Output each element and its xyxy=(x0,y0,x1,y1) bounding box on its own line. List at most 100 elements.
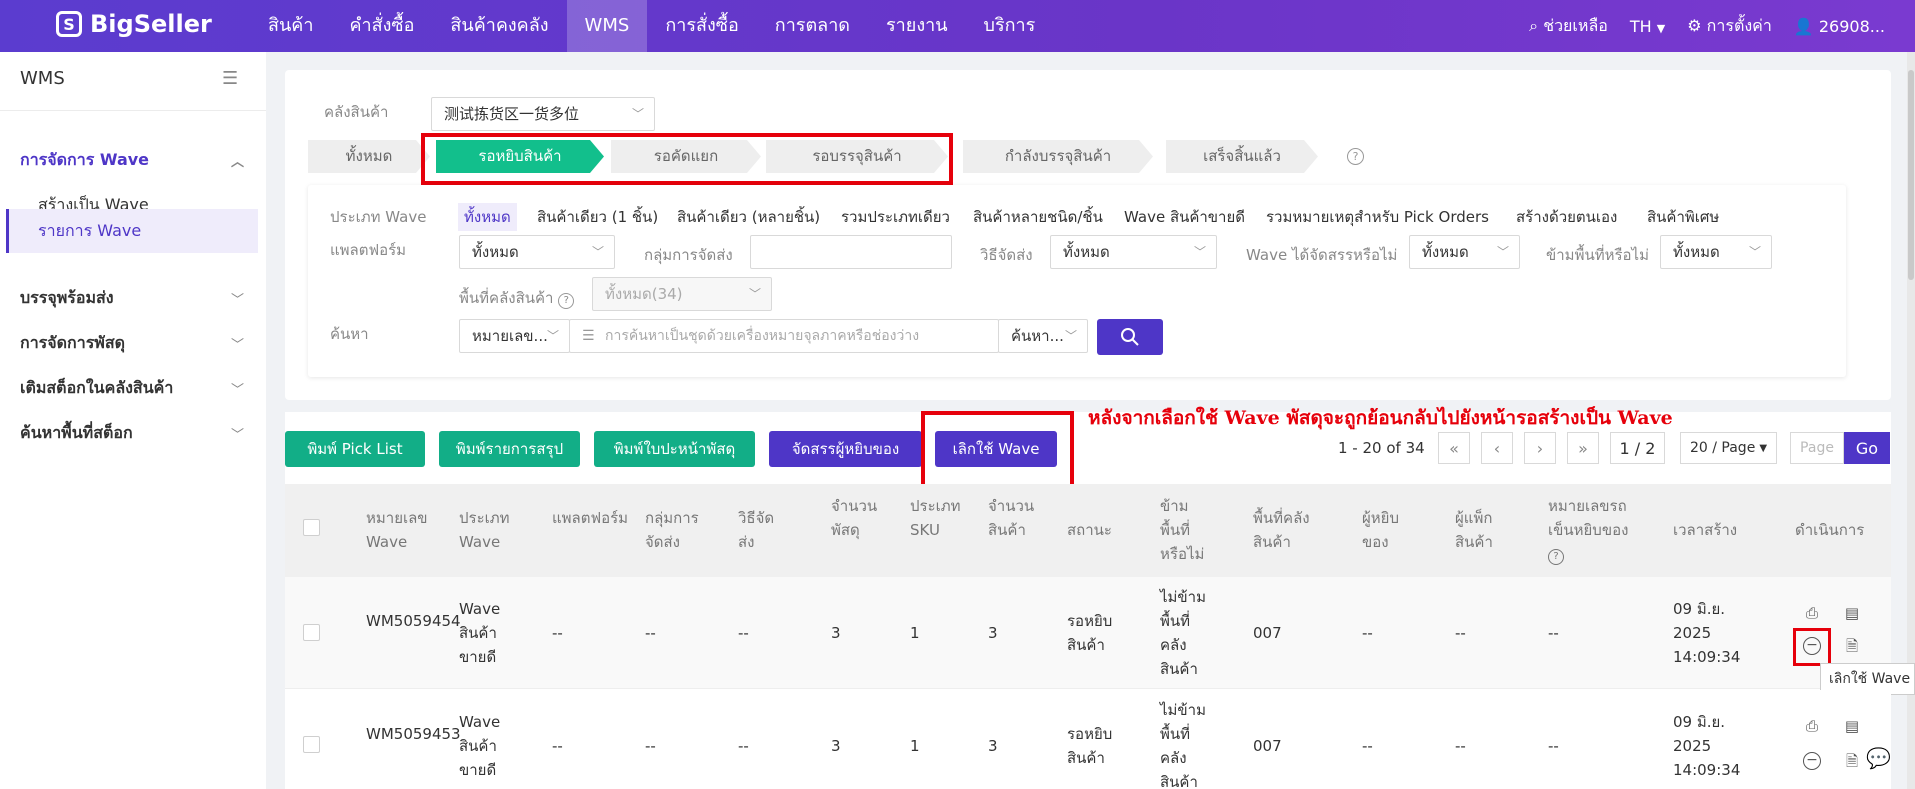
assign-picker-button[interactable]: จัดสรรผู้หยิบของ xyxy=(769,431,922,467)
shipping-method-value: ทั้งหมด xyxy=(1063,243,1110,261)
wave-type-single-one[interactable]: สินค้าเดียว (1 ชิ้น) xyxy=(537,205,658,229)
last-page-button[interactable]: » xyxy=(1567,432,1599,464)
col-cart-no-label: หมายเลขรถเข็นหยิบของ xyxy=(1548,497,1629,539)
cell-parcel-count: 3 xyxy=(831,737,841,755)
wave-type-multi-item[interactable]: สินค้าหลายชนิด/ชิ้น xyxy=(973,205,1103,229)
user-id: 26908... xyxy=(1818,16,1885,36)
nav-item-products[interactable]: สินค้า xyxy=(250,0,331,52)
cell-status: รอหยิบสินค้า xyxy=(1067,725,1113,767)
skip-area-select[interactable]: ทั้งหมด ﹀ xyxy=(1660,235,1772,269)
picker-assigned-select[interactable]: ทั้งหมด ﹀ xyxy=(1409,235,1520,269)
cell-created-time: 09 มิ.ย. 2025 14:09:34 xyxy=(1673,713,1741,779)
next-page-button[interactable]: › xyxy=(1524,432,1556,464)
col-status: สถานะ xyxy=(1067,521,1112,539)
platform-select[interactable]: ทั้งหมด ﹀ xyxy=(459,235,615,269)
cell-skip-area: ไม่ข้ามพื้นที่คลังสินค้า xyxy=(1160,701,1206,789)
cell-platform: -- xyxy=(552,624,563,642)
chevron-down-icon: ﹀ xyxy=(230,382,244,398)
print-summary-button[interactable]: พิมพ์รายการสรุป xyxy=(439,431,580,467)
nav-item-services[interactable]: บริการ xyxy=(966,0,1054,52)
sidebar-group-pack-ship[interactable]: บรรจุพร้อมส่ง ﹀ xyxy=(0,276,266,320)
nav-item-orders[interactable]: คำสั่งซื้อ xyxy=(331,0,432,52)
picker-assigned-label: Wave ได้จัดสรรหรือไม่ xyxy=(1246,246,1398,264)
go-button[interactable]: Go xyxy=(1844,432,1890,464)
print-labels-button[interactable]: พิมพ์ใบปะหน้าพัสดุ xyxy=(594,431,755,467)
cell-picker: -- xyxy=(1362,624,1373,642)
platform-value: ทั้งหมด xyxy=(472,243,519,261)
search-button[interactable] xyxy=(1097,319,1163,355)
document-list-icon[interactable]: ▤ xyxy=(1843,717,1861,735)
document-icon[interactable]: 🗎 xyxy=(1843,752,1861,770)
area-select[interactable]: ทั้งหมด(34) ﹀ xyxy=(592,277,772,311)
search-mode-select[interactable]: ค้นหา... ﹀ xyxy=(998,319,1088,353)
sidebar-group-stock-location[interactable]: ค้นหาพื้นที่สต็อก ﹀ xyxy=(0,411,266,455)
wave-type-special[interactable]: สินค้าพิเศษ xyxy=(1647,205,1719,229)
step-packing[interactable]: กำลังบรรจุสินค้า xyxy=(963,140,1153,173)
nav-item-marketing[interactable]: การตลาด xyxy=(757,0,868,52)
nav-item-purchase[interactable]: การสั่งซื้อ xyxy=(647,0,756,52)
help-circle-icon[interactable]: ? xyxy=(1548,549,1564,565)
cancel-wave-icon[interactable]: − xyxy=(1803,752,1821,770)
page-indicator: 1 / 2 xyxy=(1610,432,1665,464)
user-menu[interactable]: 👤 26908... xyxy=(1794,17,1885,36)
wave-type-manual[interactable]: สร้างด้วยตนเอง xyxy=(1516,205,1617,229)
cell-platform: -- xyxy=(552,737,563,755)
col-shipping-group: กลุ่มการจัดส่ง xyxy=(645,509,699,551)
search-field-select[interactable]: หมายเลข... ﹀ xyxy=(459,319,570,353)
shipping-group-input[interactable] xyxy=(750,235,952,269)
shipping-method-select[interactable]: ทั้งหมด ﹀ xyxy=(1050,235,1217,269)
wave-type-same-type[interactable]: รวมประเภทเดียว xyxy=(841,205,950,229)
sidebar-group-parcel-management[interactable]: การจัดการพัสดุ ﹀ xyxy=(0,321,266,365)
page-jump-input[interactable]: Page xyxy=(1790,432,1844,464)
document-list-icon[interactable]: ▤ xyxy=(1843,604,1861,622)
print-pick-list-button[interactable]: พิมพ์ Pick List xyxy=(285,431,425,467)
language-select[interactable]: TH ▼ xyxy=(1630,17,1665,36)
language-label: TH xyxy=(1629,16,1652,36)
chevron-down-icon: ﹀ xyxy=(748,287,761,301)
wave-type-all[interactable]: ทั้งหมด xyxy=(458,203,517,231)
warehouse-select[interactable]: 测试拣货区一货多位 ﹀ xyxy=(431,97,655,131)
scrollbar-thumb[interactable] xyxy=(1908,70,1914,280)
wave-type-single-multi[interactable]: สินค้าเดียว (หลายชิ้น) xyxy=(677,205,820,229)
cell-packer: -- xyxy=(1455,737,1466,755)
wave-type-hot-selling[interactable]: Wave สินค้าขายดี xyxy=(1124,205,1245,229)
row-checkbox[interactable] xyxy=(303,624,320,641)
select-all-checkbox[interactable] xyxy=(303,519,320,536)
help-link[interactable]: ⌕ ช่วยเหลือ xyxy=(1529,14,1608,39)
cell-wave-no[interactable]: WM5059454 xyxy=(366,609,461,633)
skip-area-label: ข้ามพื้นที่หรือไม่ xyxy=(1546,246,1649,264)
prev-page-button[interactable]: ‹ xyxy=(1481,432,1513,464)
chevron-down-icon: ﹀ xyxy=(1748,245,1761,259)
brand-logo[interactable]: S BigSeller xyxy=(56,10,212,38)
help-circle-icon[interactable]: ? xyxy=(1347,148,1364,165)
cell-parcel-count: 3 xyxy=(831,624,841,642)
row-checkbox[interactable] xyxy=(303,736,320,753)
col-packer: ผู้แพ็กสินค้า xyxy=(1455,509,1493,551)
cell-shipping-method: -- xyxy=(738,737,749,755)
warehouse-value: 测试拣货区一货多位 xyxy=(444,105,580,123)
nav-item-reports[interactable]: รายงาน xyxy=(868,0,966,52)
print-icon[interactable]: ⎙ xyxy=(1803,604,1821,622)
page-size-select[interactable]: 20 / Page ▼ xyxy=(1680,432,1777,464)
cell-status: รอหยิบสินค้า xyxy=(1067,612,1113,654)
sidebar-item-label: การจัดการพัสดุ xyxy=(20,332,125,352)
nav-item-wms[interactable]: WMS xyxy=(566,0,648,52)
sidebar-group-replenish[interactable]: เติมสต็อกในคลังสินค้า ﹀ xyxy=(0,366,266,410)
caret-down-icon: ▼ xyxy=(1656,21,1666,35)
first-page-button[interactable]: « xyxy=(1438,432,1470,464)
document-icon[interactable]: 🗎 xyxy=(1843,637,1861,655)
step-completed[interactable]: เสร็จสิ้นแล้ว xyxy=(1166,140,1318,173)
search-input[interactable]: ☰ การค้นหาเป็นชุดด้วยเครื่องหมายจุลภาคหร… xyxy=(569,319,999,353)
step-all[interactable]: ทั้งหมด xyxy=(308,140,430,173)
chat-support-icon[interactable]: 💬 xyxy=(1866,746,1896,776)
settings-link[interactable]: ⚙ การตั้งค่า xyxy=(1687,14,1772,39)
sidebar-group-wave-management[interactable]: การจัดการ Wave ︿ xyxy=(0,138,266,182)
collapse-menu-icon[interactable]: ☰ xyxy=(222,68,238,89)
sidebar-item-wave-list[interactable]: รายการ Wave xyxy=(6,209,258,253)
help-circle-icon[interactable]: ? xyxy=(558,293,575,309)
nav-item-inventory[interactable]: สินค้าคงคลัง xyxy=(432,0,566,52)
wave-type-remark-pick-orders[interactable]: รวมหมายเหตุสำหรับ Pick Orders xyxy=(1266,205,1489,229)
col-platform: แพลตฟอร์ม xyxy=(552,509,629,527)
cell-wave-no[interactable]: WM5059453 xyxy=(366,722,461,746)
print-icon[interactable]: ⎙ xyxy=(1803,717,1821,735)
